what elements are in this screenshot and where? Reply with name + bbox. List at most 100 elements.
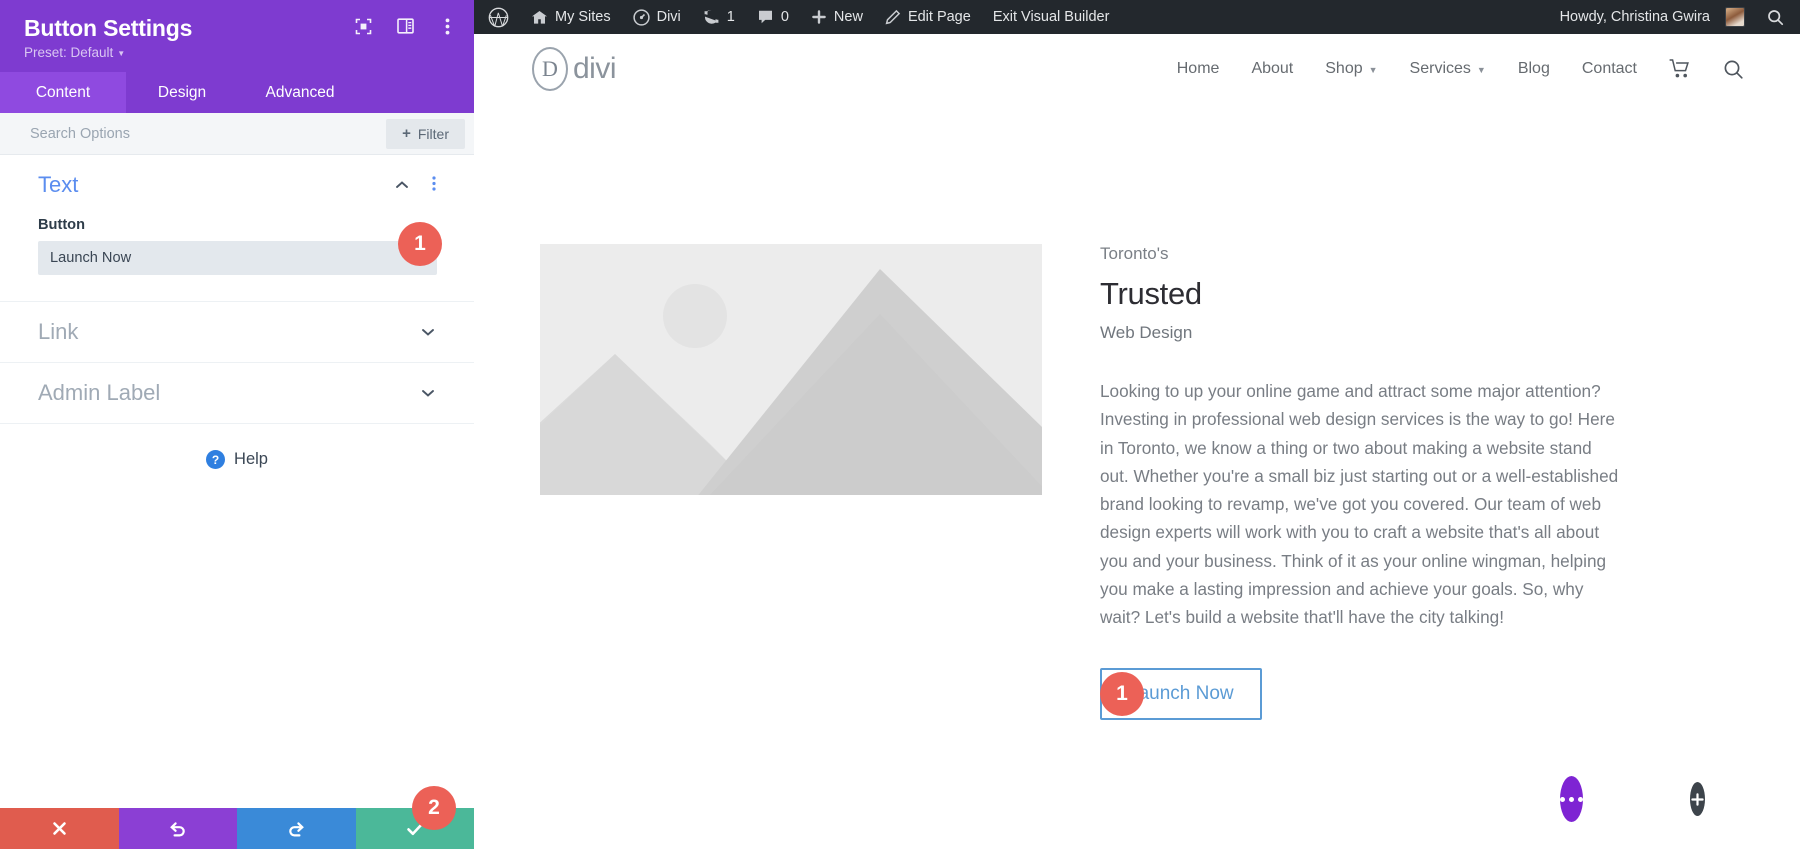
wp-divi-label: Divi (656, 9, 681, 25)
nav-item-blog[interactable]: Blog (1502, 60, 1566, 78)
divi-icon (632, 8, 650, 26)
eyebrow-text: Toronto's (1100, 244, 1169, 263)
section-settings-fab[interactable] (1560, 776, 1583, 822)
nav-label: Shop (1325, 60, 1363, 77)
wp-edit-page-item[interactable]: Edit Page (874, 0, 982, 34)
help-label: Help (234, 450, 268, 468)
add-row-fab[interactable] (1690, 782, 1705, 816)
content-row: Toronto's Trusted Web Design Looking to … (474, 104, 1800, 720)
tab-advanced[interactable]: Advanced (238, 72, 362, 113)
wp-new-label: New (833, 9, 863, 25)
section-more-options-icon[interactable] (432, 176, 436, 194)
wp-my-sites-item[interactable]: My Sites (520, 0, 622, 34)
logo-wordmark: divi (573, 52, 617, 85)
ellipsis-icon (1560, 796, 1583, 802)
wp-exit-visual-builder-item[interactable]: Exit Visual Builder (982, 0, 1121, 34)
section-link-header[interactable]: Link (38, 302, 436, 362)
section-text: Text Button Launch Now 1 (0, 155, 474, 302)
nav-item-home[interactable]: Home (1161, 60, 1236, 78)
section-admin-label-title: Admin Label (38, 380, 161, 405)
section-admin-label-header[interactable]: Admin Label (38, 363, 436, 423)
cart-icon[interactable] (1653, 59, 1707, 79)
header-search-icon[interactable] (1707, 59, 1760, 80)
chevron-down-icon[interactable] (420, 324, 436, 340)
wp-search-item[interactable] (1756, 0, 1800, 34)
chevron-down-icon: ▼ (117, 49, 126, 58)
wp-account-item[interactable]: Howdy, Christina Gwira (1549, 0, 1756, 34)
plus-icon (811, 9, 827, 25)
button-settings-panel: Button Settings Preset: Default ▼ Conten… (0, 0, 474, 849)
cancel-button[interactable] (0, 808, 119, 849)
chevron-up-icon[interactable] (394, 177, 410, 193)
section-link-title: Link (38, 319, 79, 344)
redo-button[interactable] (237, 808, 356, 849)
comments-icon (757, 9, 774, 25)
nav-label: Blog (1517, 60, 1550, 77)
wp-new-item[interactable]: New (800, 0, 874, 34)
question-mark-icon: ? (206, 450, 226, 469)
focus-icon[interactable] (354, 17, 372, 35)
wp-divi-item[interactable]: Divi (622, 0, 692, 34)
filter-button[interactable]: + Filter (386, 118, 465, 149)
body-paragraph: Looking to up your online game and attra… (1100, 381, 1619, 628)
section-admin-label: Admin Label (0, 363, 474, 424)
undo-button[interactable] (118, 808, 237, 849)
subtitle-text: Web Design (1100, 323, 1193, 342)
wp-updates-item[interactable]: 1 (692, 0, 746, 34)
badge-2: 2 (412, 786, 456, 830)
wordpress-logo-icon (488, 7, 509, 28)
preset-selector[interactable]: Preset: Default ▼ (24, 45, 452, 60)
wp-my-sites-label: My Sites (555, 9, 611, 25)
undo-icon (169, 821, 185, 836)
floating-action-row (1560, 775, 1800, 823)
section-text-tools (394, 176, 436, 194)
chevron-down-icon: ▼ (1476, 65, 1486, 75)
pencil-icon (885, 9, 901, 25)
chevron-down-icon: ▼ (1368, 65, 1378, 75)
divi-visual-builder-screen: Button Settings Preset: Default ▼ Conten… (0, 0, 1800, 849)
preset-label: Preset: Default (24, 45, 114, 60)
filter-label: Filter (417, 125, 449, 142)
close-icon (52, 822, 66, 835)
wp-logo-item[interactable] (474, 0, 520, 34)
wp-exit-visual-builder-label: Exit Visual Builder (992, 9, 1110, 25)
nav-item-contact[interactable]: Contact (1566, 60, 1653, 78)
section-text-header[interactable]: Text (38, 155, 436, 215)
chevron-down-icon[interactable] (420, 385, 436, 401)
sites-icon (531, 10, 548, 25)
page-title: Trusted (1100, 276, 1202, 311)
button-field-label: Button (38, 217, 86, 233)
settings-panel-footer: 2 (0, 786, 474, 849)
button-text-field: Button 1 (38, 217, 442, 301)
site-logo[interactable]: D divi (532, 47, 617, 91)
placeholder-image[interactable] (540, 244, 1042, 495)
settings-panel-header: Button Settings Preset: Default ▼ (0, 0, 474, 72)
nav-item-about[interactable]: About (1235, 60, 1309, 78)
wp-admin-bar: My Sites Divi 1 0 New Edit Page Exit Vis… (474, 0, 1800, 34)
wp-comments-count: 0 (780, 9, 789, 25)
layout-toggle-icon[interactable] (396, 17, 414, 35)
search-input[interactable] (0, 113, 387, 154)
cta-row: 1 Launch Now (1100, 667, 1620, 720)
tab-design[interactable]: Design (126, 72, 238, 113)
image-column (540, 244, 1042, 720)
page-content: Toronto's Trusted Web Design Looking to … (474, 104, 1800, 849)
badge-1: 1 (398, 222, 442, 266)
settings-tabs: Content Design Advanced (0, 72, 474, 113)
section-link: Link (0, 302, 474, 363)
settings-panel-body: Text Button Launch Now 1 Link Admin Labe… (0, 155, 474, 808)
nav-item-services[interactable]: Services ▼ (1394, 60, 1502, 78)
search-icon (1767, 9, 1784, 26)
badge-1-cta: 1 (1100, 671, 1144, 716)
plus-icon: + (402, 125, 411, 142)
wp-comments-item[interactable]: 0 (746, 0, 800, 34)
tab-content[interactable]: Content (0, 72, 126, 113)
button-text-input[interactable] (38, 241, 437, 275)
more-options-icon[interactable] (438, 17, 456, 35)
page-preview: My Sites Divi 1 0 New Edit Page Exit Vis… (474, 0, 1800, 849)
redo-icon (289, 821, 305, 836)
search-options-bar: + Filter (0, 113, 474, 155)
nav-label: Home (1176, 60, 1220, 77)
help-button[interactable]: ? Help (0, 424, 474, 469)
nav-item-shop[interactable]: Shop ▼ (1309, 60, 1393, 78)
